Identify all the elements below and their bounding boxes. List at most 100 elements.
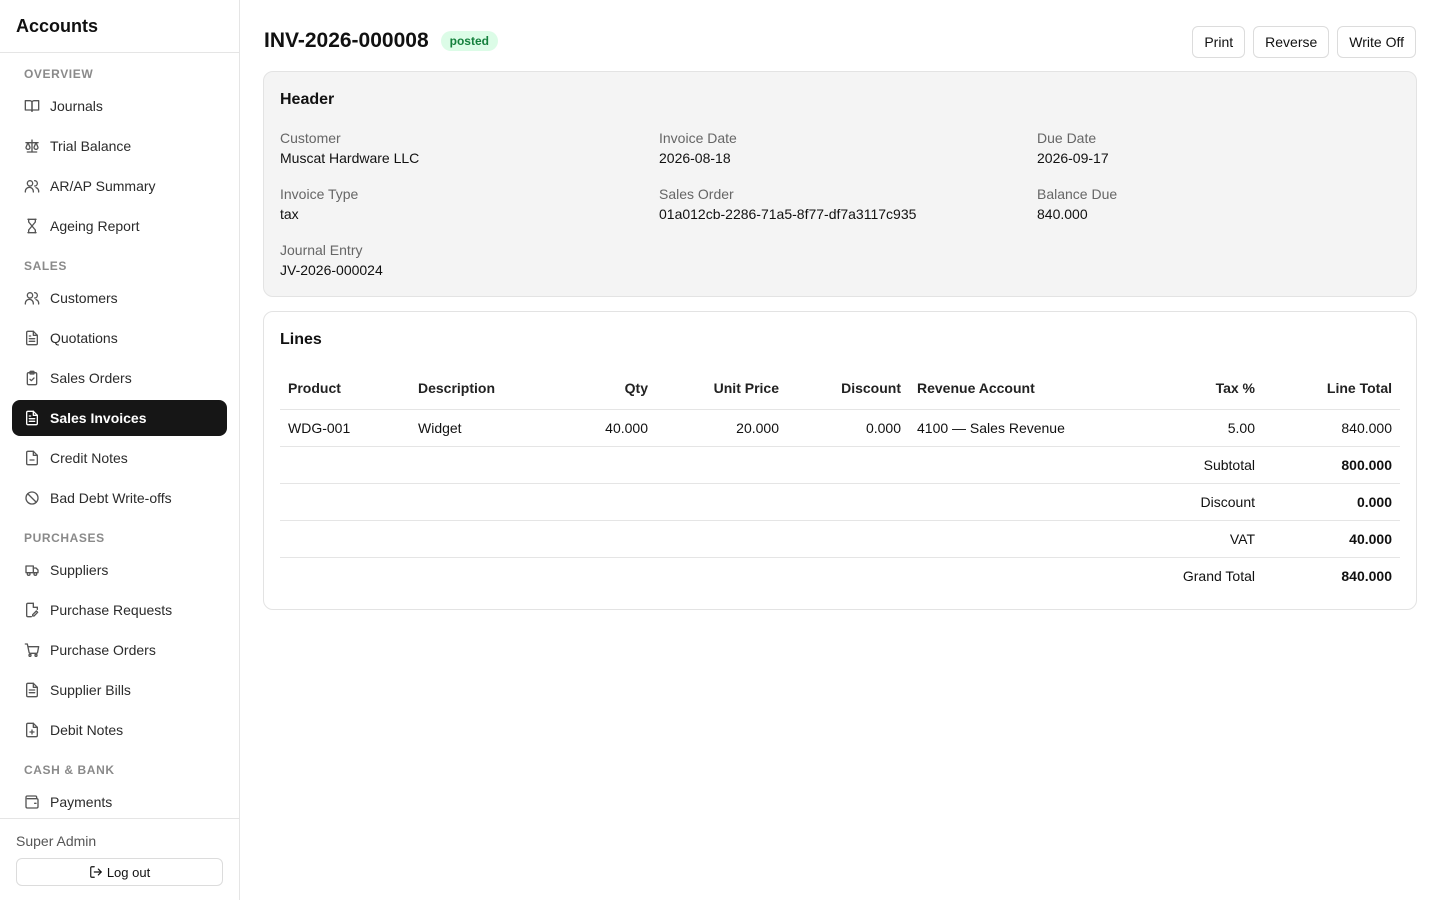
sidebar-item-bad-debt-write-offs[interactable]: Bad Debt Write-offs	[12, 480, 227, 516]
column-header-tax: Tax %	[1149, 376, 1263, 410]
sidebar-item-purchase-requests[interactable]: Purchase Requests	[12, 592, 227, 628]
hourglass-icon	[24, 218, 40, 234]
field-value: tax	[280, 206, 299, 222]
sidebar-item-supplier-bills[interactable]: Supplier Bills	[12, 672, 227, 708]
file-minus-icon	[24, 450, 40, 466]
field-label: Customer	[280, 130, 341, 146]
sidebar-item-purchase-orders[interactable]: Purchase Orders	[12, 632, 227, 668]
page-title: INV-2026-000008	[264, 29, 429, 52]
table-row: WDG-001 Widget 40.000 20.000 0.000 4100 …	[280, 409, 1400, 447]
sidebar-item-label: Sales Invoices	[50, 410, 147, 426]
cell-description: Widget	[410, 409, 550, 447]
total-label: VAT	[280, 520, 1263, 558]
vat-row: VAT 40.000	[280, 520, 1400, 558]
total-value: 800.000	[1263, 446, 1400, 484]
app-title: Accounts	[0, 0, 239, 53]
sidebar-item-label: Suppliers	[50, 562, 109, 578]
user-name: Super Admin	[16, 833, 97, 849]
field-label: Invoice Type	[280, 186, 359, 202]
field-label: Balance Due	[1037, 186, 1118, 202]
lines-table: Product Description Qty Unit Price Disco…	[280, 376, 1400, 594]
clipboard-check-icon	[24, 370, 40, 386]
cell-qty: 40.000	[550, 409, 656, 447]
ban-icon	[24, 490, 40, 506]
field-label: Sales Order	[659, 186, 734, 202]
sidebar-section-label: SALES	[24, 259, 68, 273]
wallet-icon	[24, 794, 40, 810]
field-label: Journal Entry	[280, 242, 363, 258]
journal-entry-field: Journal Entry JV-2026-000024	[280, 242, 383, 278]
logout-icon	[89, 866, 102, 878]
sidebar-item-ageing-report[interactable]: Ageing Report	[12, 208, 227, 244]
sidebar-item-trial-balance[interactable]: Trial Balance	[12, 128, 227, 164]
sidebar-item-label: Journals	[50, 98, 103, 114]
cell-line-total: 840.000	[1263, 409, 1400, 447]
lines-card-title: Lines	[280, 331, 322, 348]
cell-revenue-account: 4100 — Sales Revenue	[909, 409, 1149, 447]
column-header-description: Description	[410, 376, 550, 410]
sidebar-item-label: Bad Debt Write-offs	[50, 490, 172, 506]
sidebar-footer: Super Admin Log out	[0, 818, 239, 900]
sidebar-item-label: Quotations	[50, 330, 118, 346]
print-button[interactable]: Print	[1192, 26, 1246, 58]
balance-due-field: Balance Due 840.000	[1037, 186, 1117, 222]
sidebar-item-label: Purchase Requests	[50, 602, 173, 618]
sidebar-item-label: Supplier Bills	[50, 682, 131, 698]
sidebar-item-debit-notes[interactable]: Debit Notes	[12, 712, 227, 748]
sidebar-section-label: PURCHASES	[24, 531, 105, 545]
logout-label: Log out	[106, 864, 151, 880]
file-text-icon	[24, 410, 40, 426]
sidebar-item-label: AR/AP Summary	[50, 178, 156, 194]
header-card-title: Header	[280, 91, 335, 108]
reverse-button[interactable]: Reverse	[1253, 26, 1330, 58]
main-content: INV-2026-000008 posted Print Reverse Wri…	[240, 0, 1440, 900]
write-off-button[interactable]: Write Off	[1337, 26, 1416, 58]
sidebar-section-label: CASH & BANK	[24, 763, 115, 777]
truck-icon	[24, 562, 40, 578]
field-label: Due Date	[1037, 130, 1097, 146]
cell-unit-price: 20.000	[656, 409, 787, 447]
total-label: Subtotal	[280, 446, 1263, 484]
sidebar-item-label: Credit Notes	[50, 450, 128, 466]
field-label: Invoice Date	[659, 130, 737, 146]
receipt-icon	[24, 682, 40, 698]
logout-button[interactable]: Log out	[16, 858, 223, 886]
grand-total-row: Grand Total 840.000	[280, 557, 1400, 594]
column-header-qty: Qty	[550, 376, 656, 410]
scale-icon	[24, 138, 40, 154]
sidebar-section-label: OVERVIEW	[24, 67, 94, 81]
sidebar-item-label: Customers	[50, 290, 118, 306]
sidebar-item-label: Purchase Orders	[50, 642, 156, 658]
sidebar-item-suppliers[interactable]: Suppliers	[12, 552, 227, 588]
sidebar-item-quotations[interactable]: Quotations	[12, 320, 227, 356]
header-card: Header Customer Muscat Hardware LLC Invo…	[263, 71, 1417, 297]
cell-discount: 0.000	[787, 409, 909, 447]
total-value: 40.000	[1263, 520, 1400, 558]
field-value: 2026-08-18	[659, 150, 731, 166]
sidebar-item-customers[interactable]: Customers	[12, 280, 227, 316]
total-value: 0.000	[1263, 483, 1400, 521]
field-value: 2026-09-17	[1037, 150, 1109, 166]
sales-order-field: Sales Order 01a012cb-2286-71a5-8f77-df7a…	[659, 186, 916, 222]
sidebar-item-label: Payments	[50, 794, 113, 810]
column-header-discount: Discount	[787, 376, 909, 410]
customer-field: Customer Muscat Hardware LLC	[280, 130, 419, 166]
cell-tax: 5.00	[1149, 409, 1263, 447]
sidebar-item-payments[interactable]: Payments	[12, 784, 227, 818]
sidebar-item-journals[interactable]: Journals	[12, 88, 227, 124]
sidebar-item-label: Ageing Report	[50, 218, 140, 234]
field-value: 01a012cb-2286-71a5-8f77-df7a3117c935	[659, 206, 917, 222]
sidebar-item-sales-orders[interactable]: Sales Orders	[12, 360, 227, 396]
sidebar-item-ar-ap-summary[interactable]: AR/AP Summary	[12, 168, 227, 204]
field-value: Muscat Hardware LLC	[280, 150, 420, 166]
sidebar: Accounts OVERVIEW Journals Trial Balance AR…	[0, 0, 240, 900]
invoice-type-field: Invoice Type tax	[280, 186, 358, 222]
page-header: INV-2026-000008 posted Print Reverse Wri…	[264, 26, 1416, 58]
cell-product: WDG-001	[280, 409, 410, 447]
file-edit-icon	[24, 602, 40, 618]
action-bar: Print Reverse Write Off	[1192, 26, 1416, 58]
field-value: JV-2026-000024	[280, 262, 383, 278]
sidebar-item-credit-notes[interactable]: Credit Notes	[12, 440, 227, 476]
users-icon	[24, 290, 40, 306]
sidebar-item-sales-invoices[interactable]: Sales Invoices	[12, 400, 227, 436]
